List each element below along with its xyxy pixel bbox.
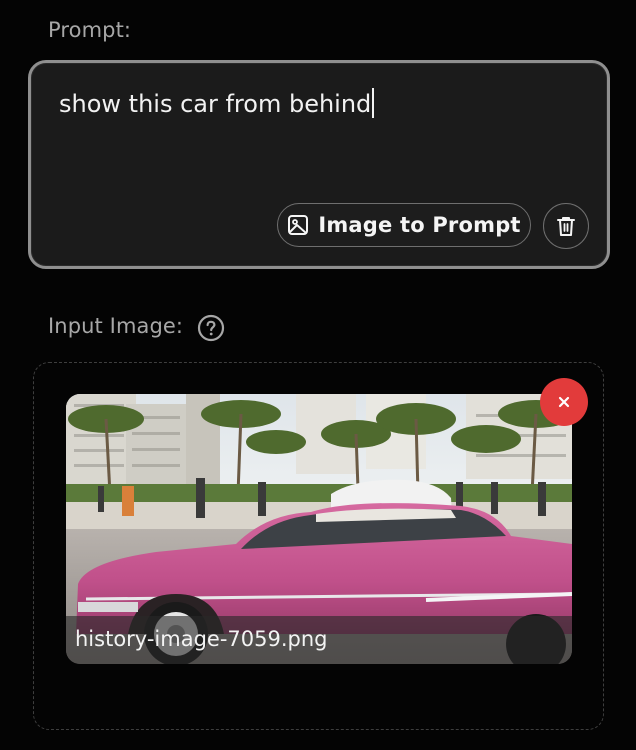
- prompt-text-wrapper: show this car from behind: [59, 88, 375, 118]
- text-caret: [372, 88, 375, 118]
- image-caption-bar: history-image-7059.png: [66, 616, 572, 664]
- image-to-prompt-button[interactable]: Image to Prompt: [277, 203, 531, 247]
- prompt-label: Prompt:: [48, 18, 132, 42]
- input-image-label: Input Image:: [48, 314, 184, 338]
- question-circle-icon[interactable]: [197, 314, 225, 342]
- image-file-name: history-image-7059.png: [75, 627, 328, 651]
- trash-icon: [557, 217, 575, 236]
- image-to-prompt-label: Image to Prompt: [318, 213, 521, 237]
- close-icon: [558, 396, 570, 408]
- input-image-preview: history-image-7059.png: [66, 394, 572, 664]
- image-icon: [288, 215, 309, 235]
- prompt-textarea[interactable]: show this car from behind Image to Promp…: [28, 60, 610, 269]
- prompt-text: show this car from behind: [59, 90, 372, 118]
- clear-prompt-button[interactable]: [543, 203, 589, 249]
- remove-image-button[interactable]: [540, 378, 588, 426]
